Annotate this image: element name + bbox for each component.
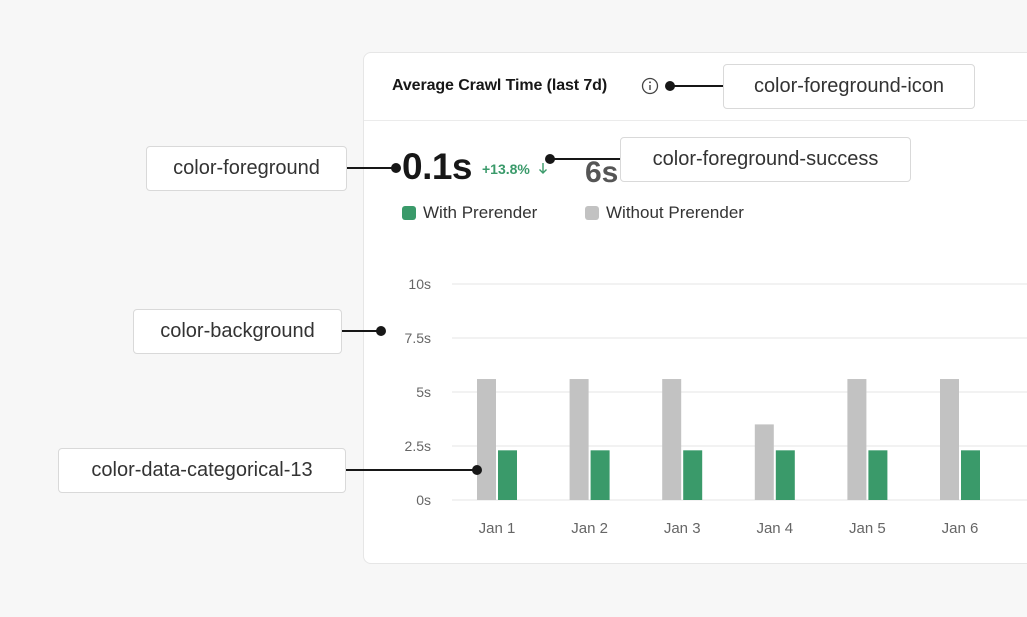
x-tick-label: Jan 1 [479, 520, 516, 537]
annotation-connector [550, 158, 620, 160]
bar-without-prerender[interactable] [940, 379, 959, 500]
y-tick-label: 2.5s [405, 438, 431, 454]
annotation-label-categorical: color-data-categorical-13 [58, 448, 346, 493]
annotation-dot [391, 163, 401, 173]
bar-without-prerender[interactable] [847, 379, 867, 500]
bar-without-prerender[interactable] [662, 379, 682, 500]
x-tick-label: Jan 2 [571, 520, 608, 537]
bar-with-prerender[interactable] [961, 450, 980, 500]
bar-without-prerender[interactable] [569, 379, 589, 500]
bar-with-prerender[interactable] [683, 450, 703, 500]
bar-without-prerender[interactable] [754, 424, 774, 500]
x-tick-label: Jan 3 [664, 520, 701, 537]
bar-with-prerender[interactable] [868, 450, 888, 500]
y-tick-label: 0s [416, 492, 431, 508]
annotation-dot [545, 154, 555, 164]
annotation-label-icon: color-foreground-icon [723, 64, 975, 109]
y-tick-label: 5s [416, 384, 431, 400]
annotation-label-foreground: color-foreground [146, 146, 347, 191]
annotation-dot [376, 326, 386, 336]
bar-with-prerender[interactable] [498, 450, 517, 500]
annotation-connector [346, 469, 477, 471]
y-tick-label: 7.5s [405, 330, 431, 346]
annotation-label-background: color-background [133, 309, 342, 354]
x-tick-label: Jan 6 [942, 520, 979, 537]
bar-without-prerender[interactable] [477, 379, 496, 500]
annotation-connector [347, 167, 397, 169]
bar-with-prerender[interactable] [775, 450, 795, 500]
annotation-label-success: color-foreground-success [620, 137, 911, 182]
x-tick-label: Jan 4 [756, 520, 793, 537]
annotation-connector [670, 85, 723, 87]
y-tick-label: 10s [408, 276, 431, 292]
annotation-dot [472, 465, 482, 475]
annotation-dot [665, 81, 675, 91]
x-tick-label: Jan 5 [849, 520, 886, 537]
bar-with-prerender[interactable] [590, 450, 610, 500]
